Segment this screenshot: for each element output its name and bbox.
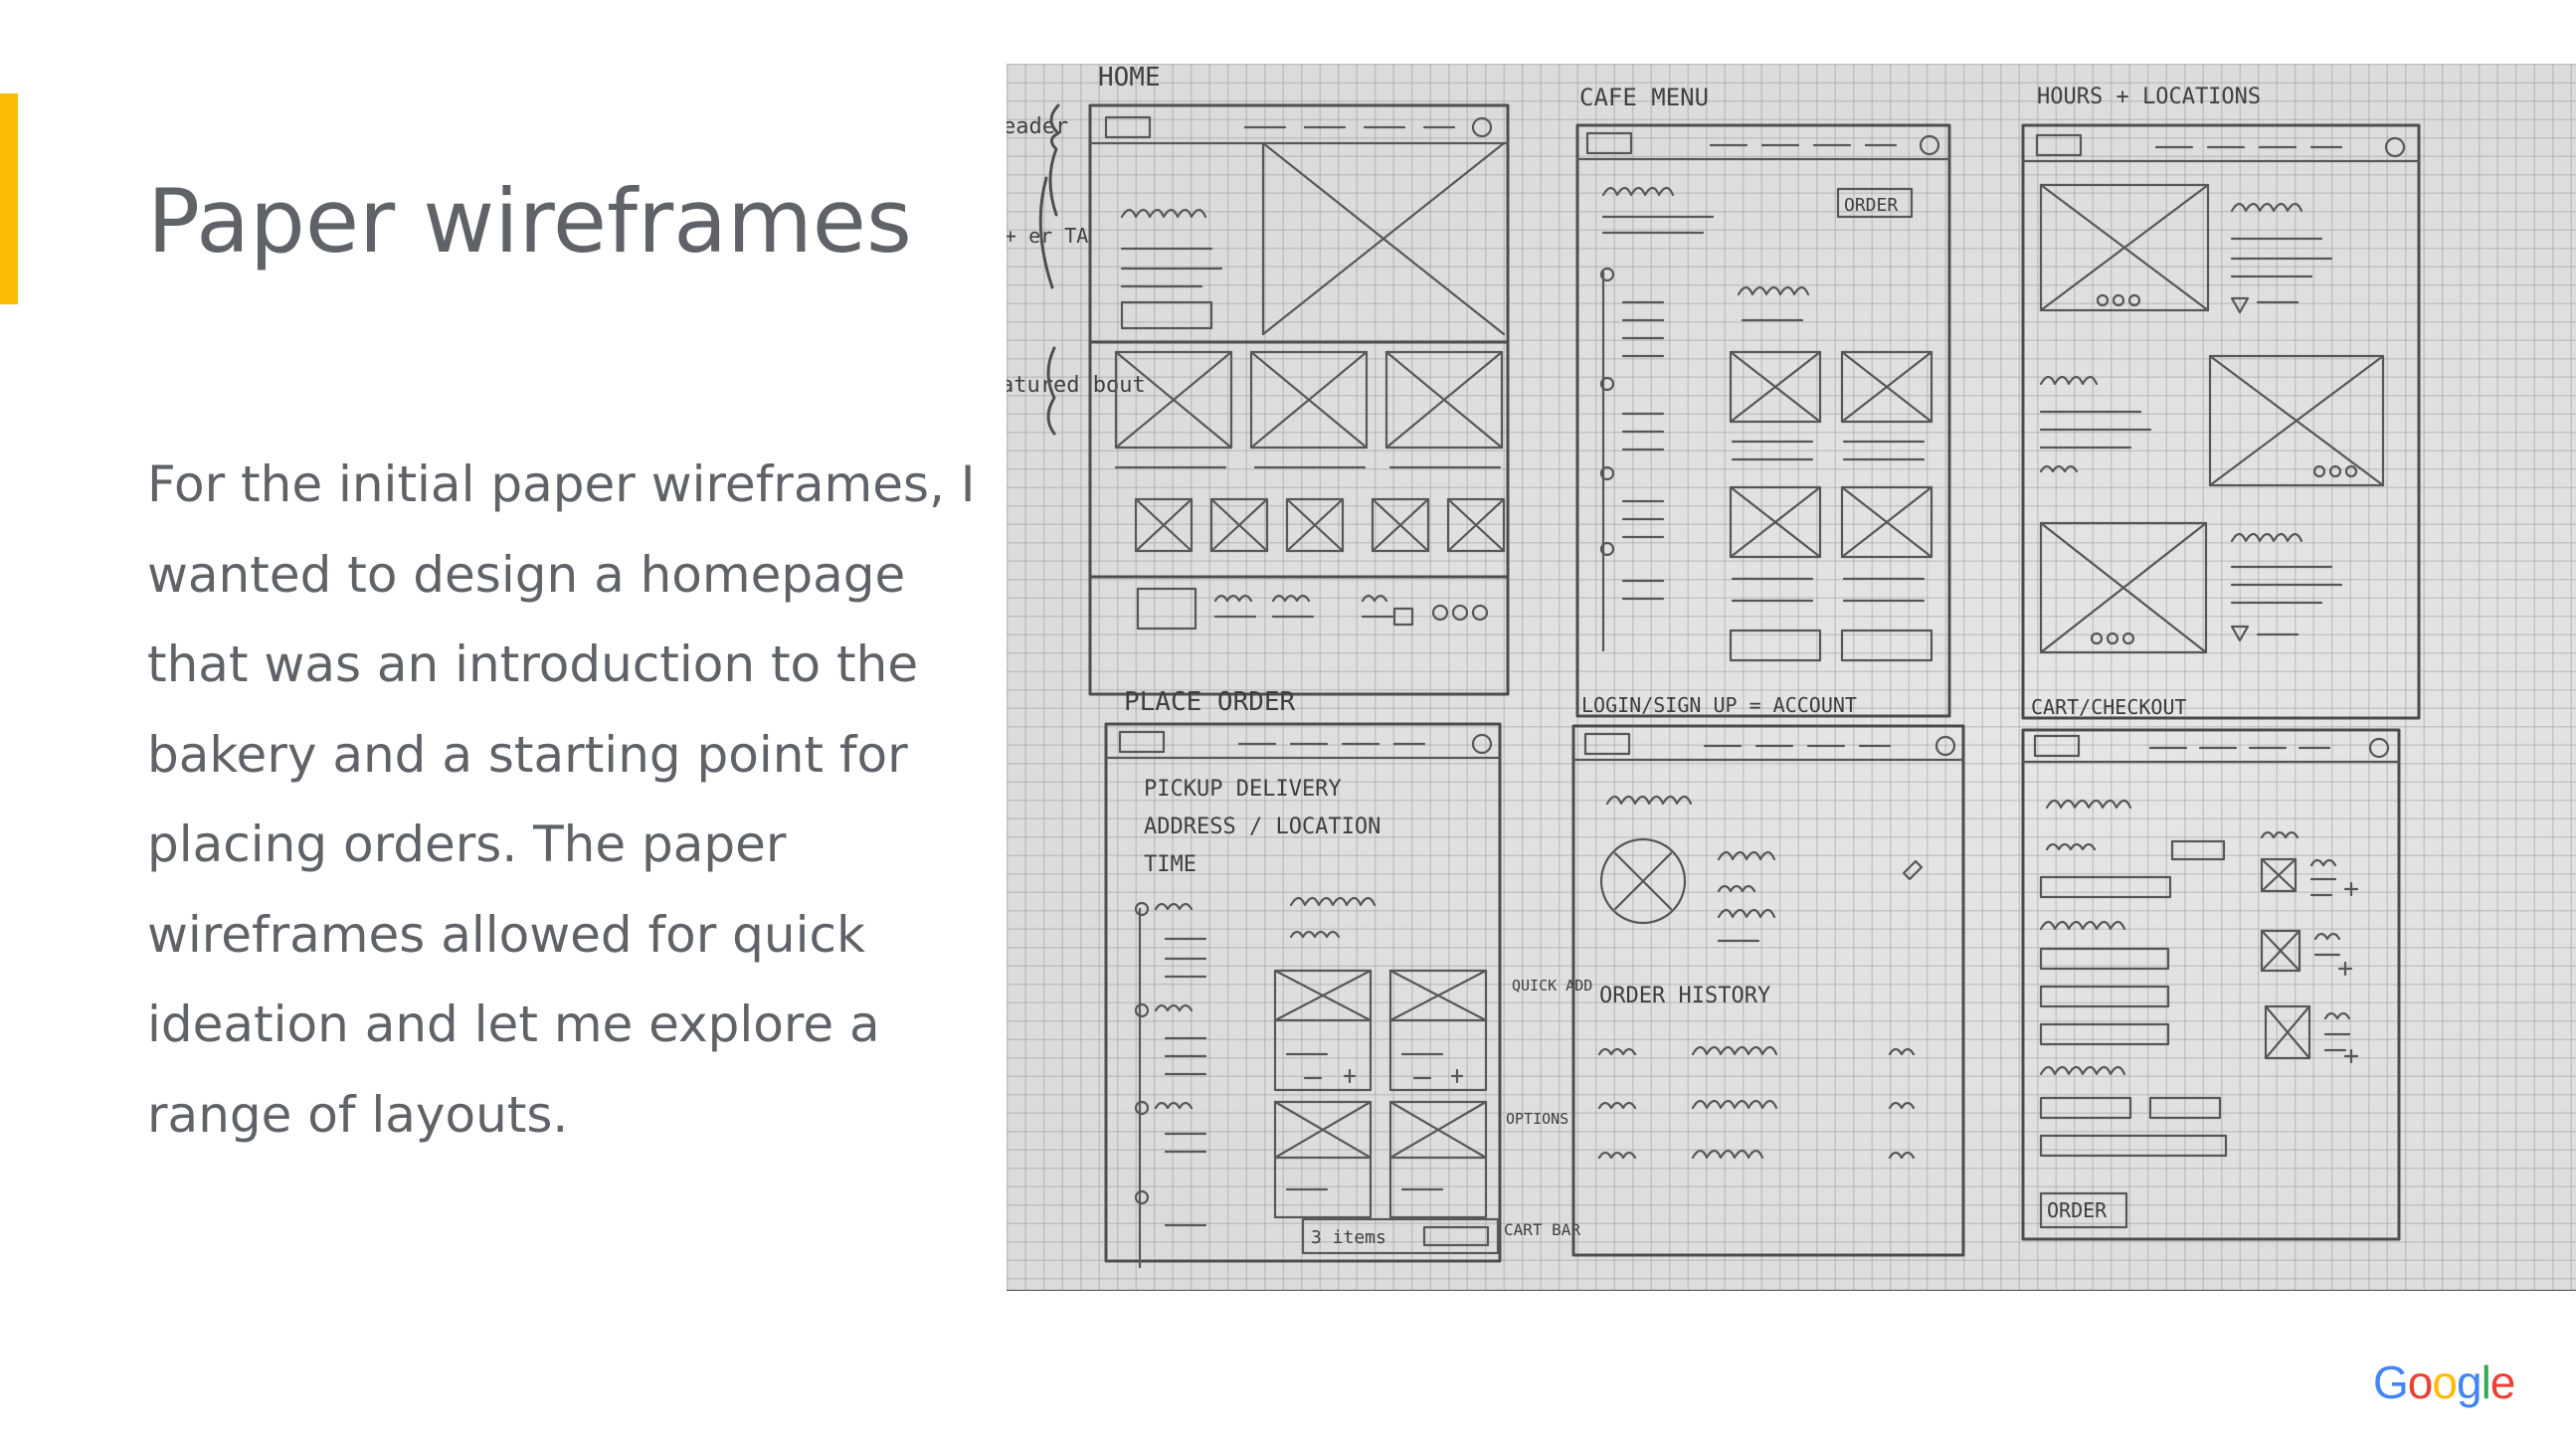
po-address: ADDRESS / LOCATION [1144, 815, 1380, 839]
wireframe-sketch-photo: HOME eader + er TA atured bout CAFE MENU… [1007, 64, 2576, 1291]
login-account-wireframe: ORDER HISTORY [1571, 724, 1965, 1257]
body-line: range of layouts. [147, 1085, 569, 1144]
google-logo: Google [2373, 1355, 2516, 1410]
cart-checkout-wireframe: ORDER [2021, 728, 2401, 1241]
body-line: that was an introduction to the [147, 635, 919, 693]
home-thumb-row [1134, 497, 1506, 553]
accent-bar [0, 93, 18, 304]
note-featured: atured bout [1007, 373, 1146, 398]
login-order-history: ORDER HISTORY [1599, 984, 1770, 1008]
frame-label-place-order: PLACE ORDER [1124, 687, 1296, 717]
slide-body: For the initial paper wireframes, I want… [147, 440, 976, 1160]
body-line: ideation and let me explore a [147, 996, 880, 1053]
note-hero: + er TA [1007, 224, 1088, 248]
body-line: placing orders. The paper [147, 815, 787, 873]
frame-label-login: LOGIN/SIGN UP = ACCOUNT [1581, 693, 1857, 717]
logo-letter: g [2456, 1357, 2483, 1408]
cafe-menu-wireframe: ORDER [1575, 123, 1951, 718]
note-header: eader [1007, 114, 1068, 139]
home-wireframe [1038, 103, 1510, 696]
body-line: bakery and a starting point for [147, 725, 908, 784]
note-options: OPTIONS [1506, 1110, 1568, 1128]
frame-label-home: HOME [1098, 64, 1161, 92]
place-order-wireframe: PICKUP DELIVERY ADDRESS / LOCATION TIME … [1104, 722, 1502, 1269]
logo-letter: o [2432, 1357, 2458, 1408]
wireframe-sketch-drawing: HOME eader + er TA atured bout CAFE MENU… [1007, 64, 2576, 1291]
note-cart-bar: CART BAR [1504, 1220, 1580, 1239]
po-pickup: PICKUP DELIVERY [1144, 777, 1342, 802]
hours-locations-wireframe [2021, 123, 2421, 720]
logo-letter: G [2373, 1357, 2409, 1408]
frame-label-cart: CART/CHECKOUT [2031, 695, 2187, 719]
body-line: For the initial paper wireframes, I [147, 455, 976, 513]
cart-order-button: ORDER [2047, 1198, 2108, 1222]
menu-order-button: ORDER [1844, 195, 1898, 216]
body-line: wireframes allowed for quick [147, 905, 865, 964]
body-line: wanted to design a homepage [147, 545, 906, 604]
logo-letter: e [2489, 1357, 2516, 1408]
frame-label-cafe-menu: CAFE MENU [1579, 84, 1709, 111]
logo-letter: o [2407, 1357, 2434, 1408]
note-quick-add: QUICK ADD [1512, 977, 1592, 995]
po-time: TIME [1144, 852, 1196, 877]
frame-label-hours: HOURS + LOCATIONS [2037, 85, 2261, 109]
slide-title: Paper wireframes [147, 170, 912, 272]
logo-letter: l [2481, 1357, 2491, 1408]
po-items: 3 items [1311, 1227, 1386, 1248]
